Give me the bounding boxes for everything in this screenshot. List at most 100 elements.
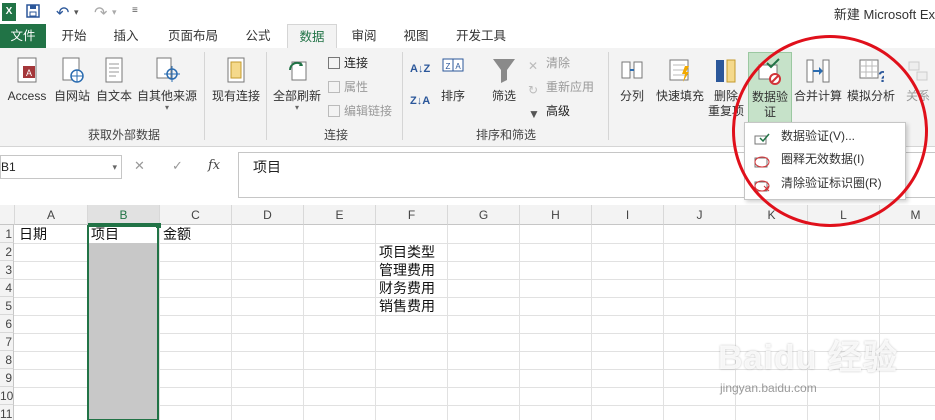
chevron-down-icon: ▾ — [164, 103, 169, 112]
group-divider — [402, 52, 403, 140]
what-if-analysis-button[interactable]: ? 模拟分析 — [846, 56, 896, 104]
tab-view[interactable]: 视图 — [392, 24, 440, 48]
column-header-c[interactable]: C — [160, 205, 232, 225]
ribbon-tabs: 文件 开始 插入 页面布局 公式 数据 审阅 视图 开发工具 — [0, 24, 935, 50]
column-header-l[interactable]: L — [808, 205, 880, 225]
column-header-j[interactable]: J — [664, 205, 736, 225]
column-header-f[interactable]: F — [376, 205, 448, 225]
tab-insert[interactable]: 插入 — [102, 24, 150, 48]
sort-dialog-icon: ZA — [440, 56, 466, 86]
properties-button[interactable]: 属性 — [328, 78, 368, 96]
from-web-button[interactable]: 自网站 — [52, 56, 92, 104]
cell-f3[interactable]: 管理费用 — [379, 261, 435, 279]
cell-c1[interactable]: 金额 — [163, 225, 191, 243]
reapply-button[interactable]: ↻ 重新应用 — [528, 78, 594, 97]
remove-duplicates-button[interactable]: 删除 重复项 — [706, 56, 746, 119]
window-title: 新建 Microsoft Ex — [833, 7, 935, 22]
grid-line — [159, 225, 160, 420]
column-header-a[interactable]: A — [15, 205, 88, 225]
row-header-2[interactable]: 2 — [0, 243, 14, 261]
chevron-down-icon[interactable]: ▾ — [112, 156, 117, 178]
name-box[interactable]: B1 ▾ — [0, 155, 122, 179]
split-columns-icon — [619, 56, 645, 86]
sort-button[interactable]: ZA 排序 — [436, 56, 470, 104]
row-header-7[interactable]: 7 — [0, 333, 14, 351]
grid-line — [663, 225, 664, 420]
data-validation-menu: 数据验证(V)... 圈释无效数据(I) 清除验证标识圈(R) — [744, 122, 906, 200]
column-header-i[interactable]: I — [592, 205, 664, 225]
other-sources-icon — [154, 56, 180, 86]
menu-item-circle-invalid[interactable]: 圈释无效数据(I) — [745, 148, 905, 170]
from-access-button[interactable]: A Access — [6, 56, 48, 104]
access-icon: A — [14, 56, 40, 86]
sort-descending-icon[interactable]: Z↓A — [410, 92, 430, 110]
what-if-icon: ? — [858, 56, 888, 86]
enter-icon[interactable]: ✓ — [172, 158, 183, 174]
filter-button[interactable]: 筛选 — [484, 56, 524, 104]
cell-b1[interactable]: 项目 — [91, 225, 119, 243]
tab-home[interactable]: 开始 — [50, 24, 98, 48]
undo-icon[interactable]: ↶ — [56, 3, 69, 22]
column-header-g[interactable]: G — [448, 205, 520, 225]
column-header-m[interactable]: M — [880, 205, 935, 225]
cell-a1[interactable]: 日期 — [19, 225, 47, 243]
text-to-columns-button[interactable]: 分列 — [612, 56, 652, 104]
refresh-all-button[interactable]: 全部刷新 ▾ — [270, 56, 324, 112]
relationships-button[interactable]: 关系 — [898, 56, 935, 104]
customize-qat-icon[interactable]: ≡ — [132, 5, 138, 23]
tab-formulas[interactable]: 公式 — [234, 24, 282, 48]
row-header-5[interactable]: 5 — [0, 297, 14, 315]
from-text-button[interactable]: 自文本 — [94, 56, 134, 104]
advanced-filter-button[interactable]: ▼ 高级 — [528, 102, 570, 121]
redo-dropdown-icon[interactable]: ▾ — [112, 7, 117, 25]
menu-item-clear-circles[interactable]: 清除验证标识圈(R) — [745, 172, 905, 194]
edit-links-button[interactable]: 编辑链接 — [328, 102, 392, 120]
column-header-k[interactable]: K — [736, 205, 808, 225]
cell-f4[interactable]: 财务费用 — [379, 279, 435, 297]
insert-function-icon[interactable]: fx — [208, 158, 220, 173]
consolidate-icon — [805, 56, 831, 86]
connections-icon — [328, 56, 340, 69]
remove-duplicates-icon — [713, 56, 739, 86]
data-validation-button[interactable]: 数据验 证 — [748, 52, 792, 126]
existing-connections-icon — [223, 56, 249, 86]
column-header-d[interactable]: D — [232, 205, 304, 225]
flash-fill-button[interactable]: 快速填充 — [654, 56, 706, 104]
funnel-icon — [491, 56, 517, 86]
tab-page-layout[interactable]: 页面布局 — [158, 24, 228, 48]
redo-icon[interactable]: ↷ — [94, 3, 107, 22]
sort-ascending-icon[interactable]: A↓Z — [410, 60, 430, 78]
row-header-11[interactable]: 11 — [0, 405, 14, 420]
tab-developer[interactable]: 开发工具 — [448, 24, 514, 48]
cell-f5[interactable]: 销售费用 — [379, 297, 435, 315]
cancel-icon[interactable]: ✕ — [134, 158, 145, 174]
tab-review[interactable]: 审阅 — [340, 24, 388, 48]
column-header-e[interactable]: E — [304, 205, 376, 225]
row-header-3[interactable]: 3 — [0, 261, 14, 279]
select-all-corner[interactable] — [0, 205, 15, 225]
row-header-9[interactable]: 9 — [0, 369, 14, 387]
excel-logo-icon: X — [2, 3, 16, 21]
data-validation-icon — [754, 130, 770, 145]
consolidate-button[interactable]: 合并计算 — [792, 56, 844, 104]
undo-dropdown-icon[interactable]: ▾ — [74, 7, 79, 25]
row-header-4[interactable]: 4 — [0, 279, 14, 297]
row-header-6[interactable]: 6 — [0, 315, 14, 333]
row-header-10[interactable]: 10 — [0, 387, 14, 405]
clear-filter-button[interactable]: ✕ 清除 — [528, 54, 570, 73]
tab-data[interactable]: 数据 — [287, 24, 337, 50]
column-header-b[interactable]: B — [88, 205, 160, 225]
from-other-sources-button[interactable]: 自其他来源 ▾ — [136, 56, 198, 112]
save-icon[interactable] — [26, 3, 40, 21]
row-header-8[interactable]: 8 — [0, 351, 14, 369]
connections-button[interactable]: 连接 — [328, 54, 368, 72]
existing-connections-button[interactable]: 现有连接 — [208, 56, 264, 104]
grid-line — [303, 225, 304, 420]
tab-file[interactable]: 文件 — [0, 24, 46, 48]
cell-f2[interactable]: 项目类型 — [379, 243, 435, 261]
menu-item-data-validation[interactable]: 数据验证(V)... — [745, 125, 905, 147]
data-validation-icon — [757, 57, 783, 87]
row-header-1[interactable]: 1 — [0, 225, 14, 243]
column-header-h[interactable]: H — [520, 205, 592, 225]
fill-handle[interactable] — [156, 223, 161, 228]
